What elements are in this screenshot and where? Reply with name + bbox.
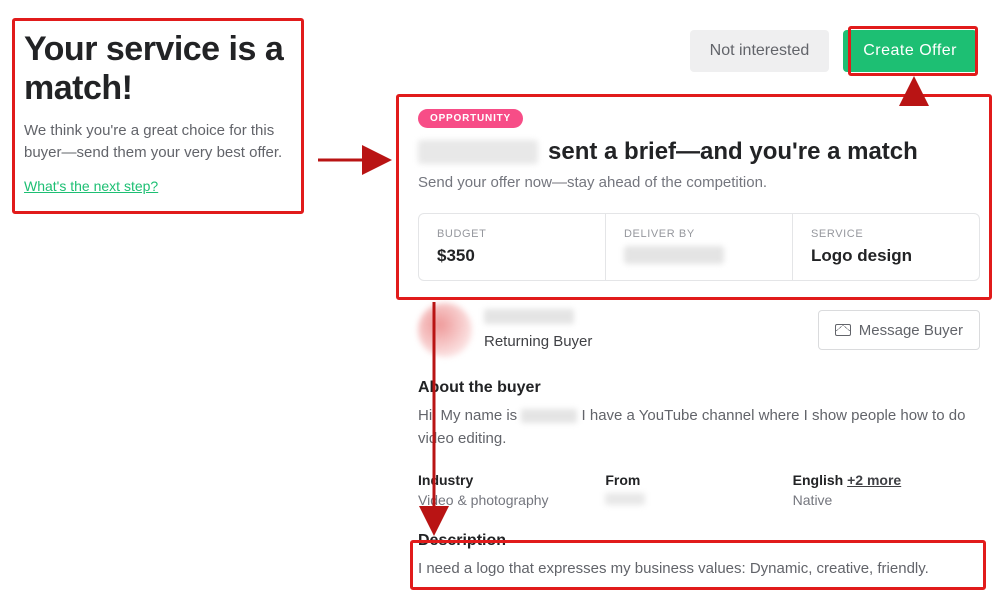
meta-industry-label: Industry (418, 472, 605, 488)
intro-subtext: We think you're a great choice for this … (24, 120, 294, 164)
meta-language: English +2 more Native (793, 472, 980, 508)
buyer-row: Returning Buyer Message Buyer (418, 303, 980, 357)
stat-budget-value: $350 (437, 246, 587, 266)
about-text: Hi, My name is I have a YouTube channel … (418, 405, 980, 450)
lang-name: English (793, 472, 844, 488)
opportunity-badge: OPPORTUNITY (418, 109, 523, 128)
brief-panel: OPPORTUNITY sent a brief—and you're a ma… (418, 108, 980, 581)
description-title: Description (418, 532, 980, 550)
message-buyer-label: Message Buyer (859, 322, 963, 339)
meta-from: From (605, 472, 792, 508)
stat-deliver-value-redacted (624, 246, 724, 264)
meta-lang-label: English +2 more (793, 472, 980, 488)
intro-panel: Your service is a match! We think you're… (24, 26, 304, 214)
about-prefix: Hi, My name is (418, 407, 517, 424)
about-title: About the buyer (418, 379, 980, 397)
create-offer-button[interactable]: Create Offer (843, 30, 977, 72)
meta-from-label: From (605, 472, 792, 488)
stat-service-value: Logo design (811, 246, 961, 266)
buyer-meta-row: Industry Video & photography From Englis… (418, 472, 980, 508)
buyer-name-redacted (418, 140, 538, 164)
message-buyer-button[interactable]: Message Buyer (818, 310, 980, 350)
meta-industry: Industry Video & photography (418, 472, 605, 508)
brief-subtext: Send your offer now—stay ahead of the co… (418, 174, 980, 191)
description-text: I need a logo that expresses my business… (418, 558, 980, 581)
avatar (418, 303, 472, 357)
brief-headline: sent a brief—and you're a match (418, 138, 980, 166)
envelope-icon (835, 324, 851, 336)
brief-stats: BUDGET $350 DELIVER BY SERVICE Logo desi… (418, 213, 980, 281)
lang-more-link[interactable]: +2 more (847, 472, 901, 488)
about-name-redacted (521, 409, 577, 423)
stat-service: SERVICE Logo design (793, 214, 979, 280)
not-interested-button[interactable]: Not interested (690, 30, 830, 72)
next-step-link[interactable]: What's the next step? (24, 178, 158, 194)
stat-deliver-label: DELIVER BY (624, 228, 774, 240)
meta-industry-value: Video & photography (418, 492, 605, 508)
annotation-arrow-up (904, 78, 924, 105)
stat-budget: BUDGET $350 (419, 214, 606, 280)
stat-service-label: SERVICE (811, 228, 961, 240)
page-title: Your service is a match! (24, 30, 294, 108)
buyer-username-redacted (484, 309, 574, 324)
stat-deliver: DELIVER BY (606, 214, 793, 280)
meta-lang-value: Native (793, 492, 980, 508)
returning-buyer-label: Returning Buyer (484, 333, 592, 350)
action-row: Not interested Create Offer (690, 30, 977, 72)
from-value-redacted (605, 493, 645, 505)
brief-headline-text: sent a brief—and you're a match (548, 138, 918, 166)
annotation-arrow-right (318, 150, 396, 175)
meta-from-value (605, 492, 792, 508)
stat-budget-label: BUDGET (437, 228, 587, 240)
